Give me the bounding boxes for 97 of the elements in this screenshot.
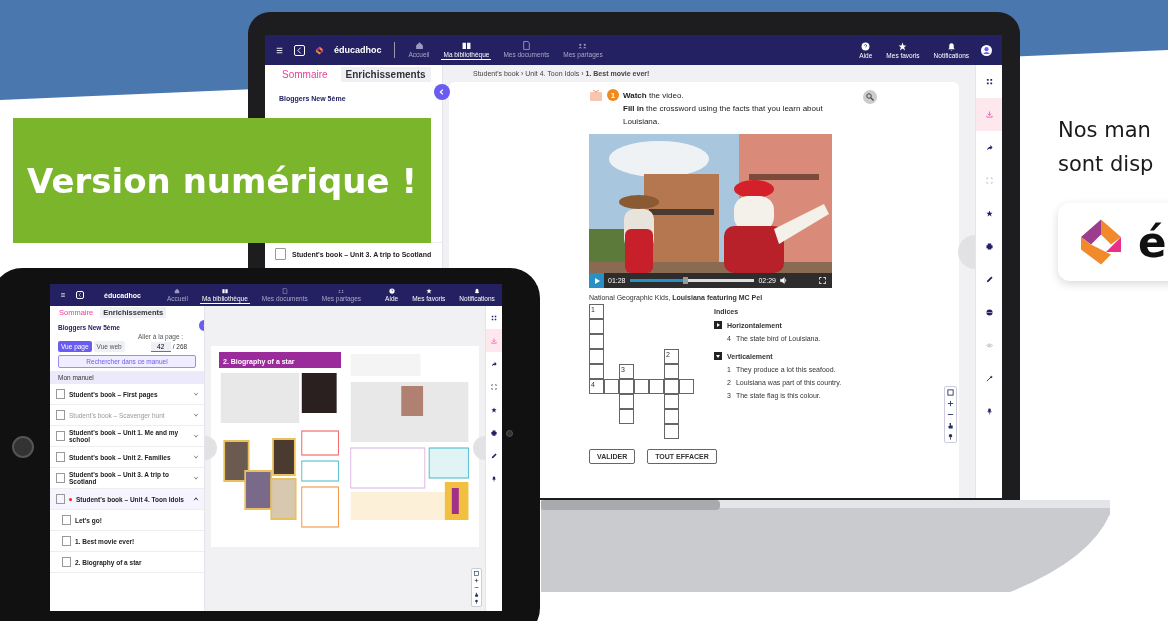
help-icon xyxy=(861,41,871,51)
pen-icon xyxy=(491,452,497,459)
logo-text: é xyxy=(1138,217,1167,267)
chevron-down-icon[interactable] xyxy=(193,454,199,460)
book-icon xyxy=(56,494,65,504)
crossword-cell[interactable] xyxy=(634,379,649,394)
camera-icon xyxy=(12,436,34,458)
printer-icon xyxy=(491,429,497,436)
menu-button[interactable] xyxy=(275,45,284,55)
zoom-in-icon[interactable] xyxy=(947,400,954,407)
menu-button[interactable] xyxy=(60,292,66,298)
fit-screen-icon[interactable] xyxy=(474,571,479,576)
crossword-cell[interactable] xyxy=(619,394,634,409)
document-icon xyxy=(521,41,531,50)
zoom-button[interactable] xyxy=(863,90,877,104)
crossword-cell[interactable] xyxy=(589,319,604,334)
crossword-cell[interactable] xyxy=(604,379,619,394)
instruction-text: Watch the video. xyxy=(623,90,685,102)
book-icon xyxy=(461,41,471,50)
chevron-down-icon[interactable] xyxy=(193,391,199,397)
crossword-cell[interactable] xyxy=(664,379,679,394)
book-icon xyxy=(56,431,65,441)
book-icon xyxy=(56,473,65,483)
pin-icon[interactable] xyxy=(947,433,954,440)
right-arrow-icon xyxy=(714,321,722,329)
play-button[interactable] xyxy=(589,273,604,288)
volume-icon[interactable] xyxy=(780,277,787,284)
home-icon xyxy=(174,287,181,294)
crossword-cell[interactable] xyxy=(589,349,604,364)
chevron-left-icon xyxy=(438,88,446,96)
video-exercise-icon xyxy=(589,89,603,102)
zoom-out-icon[interactable] xyxy=(947,411,954,418)
avatar-icon[interactable] xyxy=(981,44,992,56)
hand-icon[interactable] xyxy=(474,592,479,597)
fit-screen-icon[interactable] xyxy=(947,389,954,396)
crossword-cell[interactable] xyxy=(589,334,604,349)
progress-track[interactable] xyxy=(629,279,755,282)
crop-icon xyxy=(491,383,497,390)
promo-text: Nos man xyxy=(1058,117,1152,144)
star-icon xyxy=(491,406,497,413)
crossword-cell[interactable] xyxy=(664,409,679,424)
document-icon xyxy=(281,287,288,294)
promo-banner: Version numérique ! xyxy=(13,118,431,243)
book-icon xyxy=(56,389,65,399)
sidebar-tab[interactable]: Sommaire xyxy=(277,67,333,82)
progress-thumb[interactable] xyxy=(683,277,689,284)
crossword-cell[interactable] xyxy=(649,379,664,394)
help-icon xyxy=(388,288,395,294)
sidebar-tab[interactable]: Enrichissements xyxy=(340,67,431,82)
download-icon xyxy=(491,337,497,344)
book-icon xyxy=(221,287,228,294)
brand-name: éducadhoc xyxy=(334,45,382,55)
chevron-down-icon[interactable] xyxy=(193,475,199,481)
zoom-out-icon[interactable] xyxy=(474,585,479,590)
play-icon xyxy=(593,277,600,284)
grid-icon xyxy=(491,314,497,321)
share-icon xyxy=(491,360,497,367)
camera-icon xyxy=(506,430,513,437)
crossword-cell[interactable] xyxy=(679,379,694,394)
crossword-cell[interactable] xyxy=(664,424,679,439)
book-icon xyxy=(56,452,65,462)
pin-icon[interactable] xyxy=(474,599,479,604)
crossword-cell[interactable] xyxy=(664,364,679,379)
page-icon xyxy=(62,557,71,567)
instruction-text: Fill in the crossword using the facts that you learn about Louisiana. xyxy=(623,103,824,128)
book-icon xyxy=(275,248,286,260)
star-icon xyxy=(425,288,432,294)
crossword-cell[interactable] xyxy=(619,409,634,424)
current-dot xyxy=(69,497,72,501)
crossword-cell[interactable] xyxy=(589,364,604,379)
chevron-down-icon[interactable] xyxy=(193,433,199,439)
back-button[interactable] xyxy=(76,291,84,299)
page-icon xyxy=(62,515,71,525)
search-icon xyxy=(866,93,874,101)
microphone-icon xyxy=(491,475,497,482)
bell-icon xyxy=(474,288,481,294)
promo-text: sont disp xyxy=(1058,151,1155,178)
down-arrow-icon xyxy=(714,352,722,360)
crossword-cell[interactable] xyxy=(664,394,679,409)
star-icon xyxy=(898,41,908,51)
exercise-number: 1 xyxy=(607,89,619,101)
menu-icon xyxy=(275,45,284,55)
home-icon xyxy=(414,41,424,50)
book-icon xyxy=(56,410,65,420)
back-button[interactable] xyxy=(294,44,305,56)
chevron-left-icon xyxy=(77,292,83,298)
chevron-left-icon xyxy=(295,45,304,55)
menu-icon xyxy=(60,292,66,298)
zoom-in-icon[interactable] xyxy=(474,578,479,583)
logo-icon xyxy=(315,45,324,55)
fullscreen-icon[interactable] xyxy=(819,277,826,284)
crossword-cell[interactable] xyxy=(619,379,634,394)
bell-icon xyxy=(946,41,956,51)
collapse-button[interactable] xyxy=(434,84,450,100)
chevron-up-icon[interactable] xyxy=(193,496,199,502)
hand-icon[interactable] xyxy=(947,422,954,429)
page-icon xyxy=(62,536,71,546)
